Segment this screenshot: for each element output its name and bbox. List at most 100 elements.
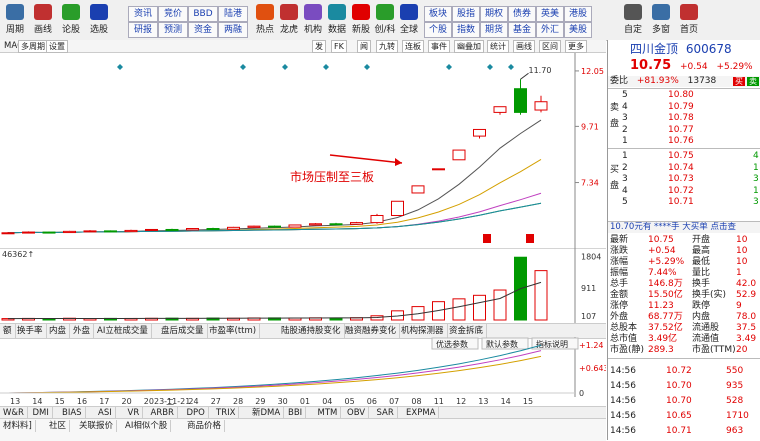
toolbar-grid2_bottom-3[interactable]: 基金 — [508, 22, 536, 38]
toolbar-grid2_top-3[interactable]: 债券 — [508, 6, 536, 22]
chart-tool-10[interactable]: 更多 — [565, 40, 587, 53]
candle[interactable] — [452, 149, 466, 161]
status-tab-3[interactable]: AI相似个股 — [122, 420, 172, 432]
candle[interactable] — [227, 226, 240, 230]
order-book-row[interactable]: 1 10.75 4 — [608, 151, 760, 162]
candle[interactable] — [309, 223, 322, 226]
toolbar-grid_top-2[interactable]: BBD — [188, 6, 218, 22]
toolbar-grid2_bottom-2[interactable]: 期货 — [480, 22, 508, 38]
candle[interactable] — [83, 230, 97, 233]
candle[interactable] — [22, 231, 35, 234]
candle[interactable] — [63, 230, 76, 234]
选股-toolbar-button[interactable]: 选股 — [86, 2, 112, 38]
chart-tool-8[interactable]: 画线 — [513, 40, 535, 53]
首页-toolbar-button[interactable]: 首页 — [676, 2, 702, 38]
龙虎-toolbar-button[interactable]: 龙虎 — [276, 2, 302, 38]
热点-toolbar-button[interactable]: 热点 — [252, 2, 278, 38]
toolbar-grid2_top-5[interactable]: 港股 — [564, 6, 592, 22]
volume-bar[interactable] — [473, 294, 486, 321]
toolbar-grid_bottom-1[interactable]: 预测 — [158, 22, 188, 38]
order-book-row[interactable]: 4 10.79 — [608, 102, 760, 113]
周期-toolbar-button[interactable]: 周期 — [2, 2, 28, 38]
volume-bar[interactable] — [493, 289, 507, 321]
toolbar-grid_top-1[interactable]: 竞价 — [158, 6, 188, 22]
candle[interactable] — [432, 168, 445, 171]
candle[interactable] — [186, 228, 199, 231]
indicator-tab-2[interactable]: 外盘 — [70, 324, 95, 338]
论股-toolbar-button[interactable]: 论股 — [58, 2, 84, 38]
toolbar-grid2_top-1[interactable]: 股指 — [452, 6, 480, 22]
新股-toolbar-button[interactable]: 新股 — [348, 2, 374, 38]
chart-tool-6[interactable]: 幽叠加 — [454, 40, 484, 53]
chart-tool-7[interactable]: 统计 — [487, 40, 509, 53]
candle[interactable] — [370, 214, 384, 224]
toolbar-grid_bottom-0[interactable]: 研报 — [128, 22, 158, 38]
big-order-bar[interactable]: 10.70元有 ****手 大买单 点击查 — [608, 222, 760, 233]
indicator-tab-1[interactable]: 内盘 — [46, 324, 71, 338]
toolbar-grid2_top-4[interactable]: 英美 — [536, 6, 564, 22]
candle[interactable] — [145, 228, 158, 231]
candle[interactable] — [473, 128, 486, 137]
toolbar-grid_top-0[interactable]: 资讯 — [128, 6, 158, 22]
chart-tool-2[interactable]: 闻 — [357, 40, 371, 53]
candlestick-chart[interactable]: 12.05 9.71 7.34 11.70 市场压制至三板 — [0, 53, 606, 248]
order-book-row[interactable]: 3 10.78 — [608, 113, 760, 124]
数据-toolbar-button[interactable]: 数据 — [324, 2, 350, 38]
画线-toolbar-button[interactable]: 画线 — [30, 2, 56, 38]
status-tab-4[interactable]: 商品价格 — [184, 420, 226, 432]
volume-chart[interactable]: 46362↑ 1804 911 107 — [0, 248, 606, 323]
candle[interactable] — [329, 223, 343, 226]
volume-bar[interactable] — [452, 298, 466, 321]
buy-button[interactable]: 买 — [733, 77, 745, 86]
全球-toolbar-button[interactable]: 全球 — [396, 2, 422, 38]
candle[interactable] — [288, 224, 302, 228]
机构-toolbar-button[interactable]: 机构 — [300, 2, 326, 38]
candle[interactable] — [350, 222, 363, 225]
candle[interactable] — [42, 231, 56, 234]
toolbar-grid2_top-2[interactable]: 期权 — [480, 6, 508, 22]
toolbar-grid_bottom-3[interactable]: 两融 — [218, 22, 248, 38]
chart-tool-5[interactable]: 事件 — [428, 40, 450, 53]
tab-multi-period[interactable]: 多周期 — [18, 40, 48, 53]
indicator-tab-4[interactable]: 盘后成交量 — [158, 324, 208, 338]
candle[interactable] — [534, 101, 548, 111]
sell-button[interactable]: 卖 — [747, 77, 759, 86]
candle[interactable] — [104, 230, 117, 233]
candle[interactable] — [268, 225, 281, 228]
volume-bar[interactable] — [534, 270, 548, 321]
tab-settings[interactable]: 设置 — [46, 40, 68, 53]
indicator-tab-8[interactable]: 机构探测器 — [398, 324, 448, 338]
chart-tool-4[interactable]: 连板 — [402, 40, 424, 53]
candle[interactable] — [206, 228, 220, 231]
indicator-tab-9[interactable]: 资金拆底 — [446, 324, 488, 338]
order-book-row[interactable]: 2 10.77 — [608, 125, 760, 136]
chart-tool-0[interactable]: 发 — [312, 40, 326, 53]
chart-tool-1[interactable]: FK — [331, 40, 347, 53]
order-book-row[interactable]: 4 10.72 1 — [608, 186, 760, 197]
status-tab-0[interactable]: 材料料] — [0, 420, 36, 432]
candle[interactable] — [165, 228, 179, 231]
status-tab-2[interactable]: 关联报价 — [76, 420, 118, 432]
order-book-row[interactable]: 2 10.74 1 — [608, 163, 760, 174]
自定-toolbar-button[interactable]: 自定 — [620, 2, 646, 38]
order-book-row[interactable]: 5 10.80 — [608, 90, 760, 101]
indicator-tab-7[interactable]: 融资融券变化 — [342, 324, 401, 338]
创/科-toolbar-button[interactable]: 创/科 — [372, 2, 398, 38]
candle[interactable] — [411, 185, 425, 194]
chart-tool-3[interactable]: 九转 — [376, 40, 398, 53]
indicator-tab-0[interactable]: 换手率 — [14, 324, 47, 338]
toolbar-grid2_bottom-4[interactable]: 外汇 — [536, 22, 564, 38]
status-tab-1[interactable]: 社区 — [46, 420, 71, 432]
toolbar-grid2_bottom-0[interactable]: 个股 — [424, 22, 452, 38]
candle[interactable] — [493, 106, 507, 113]
order-book-row[interactable]: 1 10.76 — [608, 136, 760, 147]
toolbar-grid2_bottom-5[interactable]: 美股 — [564, 22, 592, 38]
candle[interactable] — [247, 225, 261, 228]
indicator-tab-5[interactable]: 市盈率(ttm) — [206, 324, 261, 338]
candle[interactable] — [124, 229, 138, 233]
indicator-tab-3[interactable]: AI立桩成交量 — [94, 324, 152, 338]
order-book-row[interactable]: 3 10.73 3 — [608, 174, 760, 185]
chart-tool-9[interactable]: 区间 — [539, 40, 561, 53]
candle[interactable] — [1, 232, 15, 235]
indicator-chart[interactable]: 优选参数 默认参数 指标说明 +1.24 +0.643 0 — [0, 337, 606, 397]
